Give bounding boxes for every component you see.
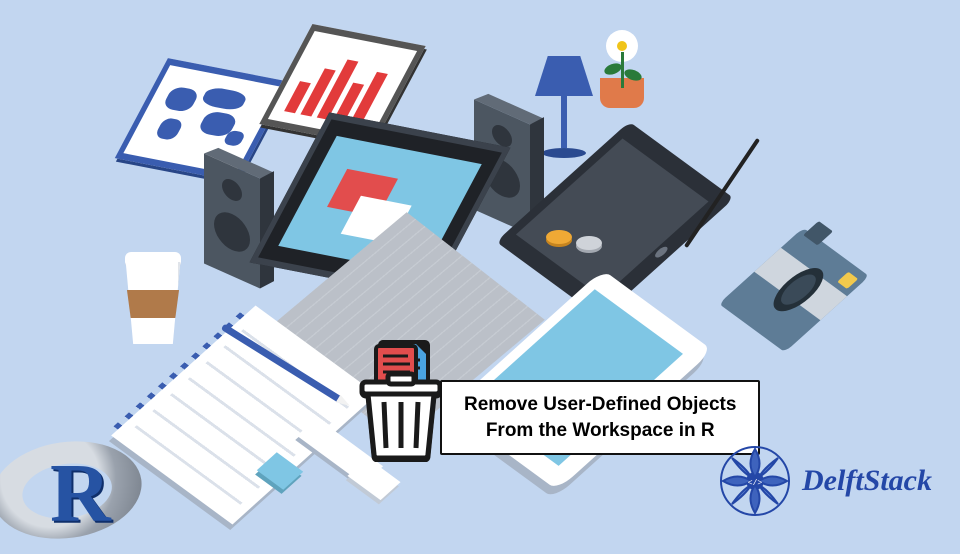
r-logo-letter: R bbox=[50, 452, 111, 536]
gold-coin-icon bbox=[546, 230, 572, 244]
illustration-stage: Remove User-Defined Objects From the Wor… bbox=[0, 0, 960, 540]
r-logo: R bbox=[0, 424, 154, 554]
silver-coin-icon bbox=[576, 236, 602, 250]
mandala-icon: </> bbox=[718, 444, 792, 518]
speaker-left-icon bbox=[204, 154, 260, 289]
camera-icon bbox=[719, 228, 870, 352]
caption-line-1: Remove User-Defined Objects bbox=[464, 392, 736, 418]
delftstack-logo: </> DelftStack bbox=[718, 444, 932, 518]
title-caption: Remove User-Defined Objects From the Wor… bbox=[440, 380, 760, 455]
brand-name: DelftStack bbox=[802, 466, 932, 496]
caption-line-2: From the Workspace in R bbox=[464, 418, 736, 444]
coffee-cup-icon bbox=[122, 262, 184, 344]
flower-pot-icon bbox=[600, 46, 644, 108]
world-map-icon bbox=[135, 75, 270, 166]
code-tag-icon: </> bbox=[748, 479, 763, 488]
